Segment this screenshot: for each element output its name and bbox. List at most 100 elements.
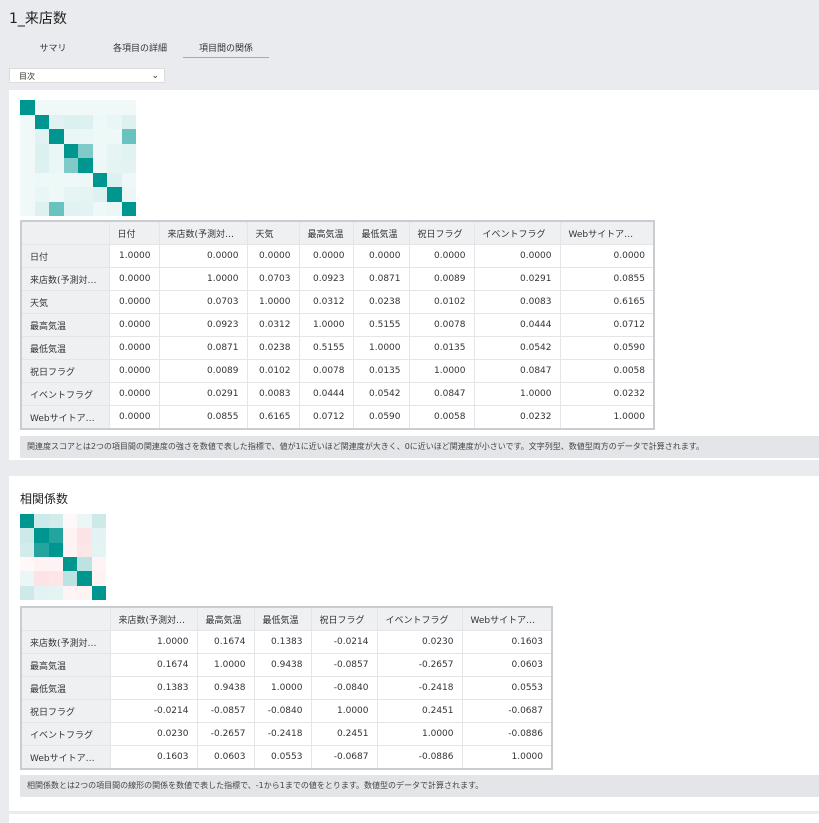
table-cell: 0.0089 <box>158 359 248 383</box>
table-row: 日付 1.0000 0.0000 0.0000 0.0000 0.0000 0.0000 0.… <box>20 244 655 268</box>
heatmap-cell <box>121 172 136 187</box>
tab-item-details[interactable]: 各項目の詳細 <box>106 41 174 57</box>
column-header: Webサイトア… <box>461 606 553 631</box>
table-cell: -0.0840 <box>253 699 312 723</box>
heatmap-cell <box>121 129 136 144</box>
table-cell: 0.0078 <box>408 313 475 337</box>
table-cell: 1.0000 <box>108 244 160 268</box>
column-header: 来店数(予測対… <box>109 606 198 631</box>
table-cell: 0.0553 <box>461 676 553 700</box>
heatmap-cell <box>48 528 63 543</box>
row-header: Webサイトア… <box>20 405 110 430</box>
heatmap-cell <box>92 201 107 216</box>
row-header: イベントフラグ <box>20 722 111 746</box>
table-cell: 0.5155 <box>298 336 354 360</box>
table-cell: 0.0871 <box>352 267 410 291</box>
heatmap-cell <box>121 114 136 129</box>
table-cell: 0.0923 <box>158 313 248 337</box>
table-cell: 0.0000 <box>559 244 655 268</box>
heatmap-cell <box>107 129 122 144</box>
heatmap-cell <box>92 100 107 115</box>
heatmap-cell <box>91 585 106 600</box>
row-header: 最低気温 <box>20 336 110 360</box>
chevron-down-icon: ⌄ <box>151 71 159 81</box>
table-cell: 0.1674 <box>196 630 255 654</box>
table-cell: -0.2418 <box>376 676 463 700</box>
heatmap-cell <box>20 201 35 216</box>
heatmap-cell <box>20 542 35 557</box>
heatmap-cell <box>63 158 78 173</box>
column-header: 最低気温 <box>352 220 410 245</box>
table-corner <box>20 220 110 245</box>
row-header: イベントフラグ <box>20 382 110 406</box>
heatmap-cell <box>121 143 136 158</box>
row-header: 最低気温 <box>20 676 111 700</box>
heatmap-cell <box>78 129 93 144</box>
heatmap-cell <box>107 172 122 187</box>
heatmap-cell <box>34 528 49 543</box>
table-cell: 0.0000 <box>108 382 160 406</box>
heatmap-cell <box>48 542 63 557</box>
table-cell: 0.0000 <box>108 290 160 314</box>
table-cell: 0.0291 <box>473 267 561 291</box>
table-cell: 0.0000 <box>108 359 160 383</box>
heatmap-cell <box>121 187 136 202</box>
tab-summary[interactable]: サマリ <box>26 41 80 57</box>
heatmap-cell <box>92 129 107 144</box>
table-cell: 0.0230 <box>109 722 198 746</box>
heatmap-cell <box>92 172 107 187</box>
table-cell: 1.0000 <box>408 359 475 383</box>
table-cell: 0.0000 <box>108 336 160 360</box>
next-panel <box>9 814 819 823</box>
table-cell: 0.0078 <box>298 359 354 383</box>
toc-dropdown-value: 目次 <box>19 72 35 81</box>
heatmap-cell <box>48 571 63 586</box>
table-cell: 0.0000 <box>158 244 248 268</box>
column-header: 最低気温 <box>253 606 312 631</box>
table-cell: 0.0312 <box>246 313 300 337</box>
heatmap-cell <box>78 187 93 202</box>
table-cell: 0.0000 <box>298 244 354 268</box>
correlation-heatmap <box>20 514 106 600</box>
table-cell: 1.0000 <box>352 336 410 360</box>
row-header: 祝日フラグ <box>20 359 110 383</box>
heatmap-cell <box>107 100 122 115</box>
table-cell: 0.0444 <box>298 382 354 406</box>
heatmap-cell <box>63 514 78 529</box>
table-cell: 0.0238 <box>352 290 410 314</box>
toc-dropdown[interactable]: 目次 ⌄ <box>9 68 165 83</box>
heatmap-cell <box>78 143 93 158</box>
heatmap-cell <box>63 100 78 115</box>
heatmap-cell <box>63 187 78 202</box>
tab-item-relationships[interactable]: 項目間の関係 <box>183 41 269 58</box>
table-cell: -0.0857 <box>196 699 255 723</box>
table-cell: 0.0135 <box>408 336 475 360</box>
column-header: 最高気温 <box>298 220 354 245</box>
column-header: イベントフラグ <box>376 606 463 631</box>
heatmap-cell <box>77 585 92 600</box>
table-cell: -0.0687 <box>310 745 378 770</box>
table-cell: 0.1383 <box>109 676 198 700</box>
table-cell: 0.0590 <box>559 336 655 360</box>
table-cell: 0.0291 <box>158 382 248 406</box>
heatmap-cell <box>77 571 92 586</box>
table-cell: 0.0238 <box>246 336 300 360</box>
table-cell: 0.0000 <box>108 405 160 430</box>
table-cell: 1.0000 <box>473 382 561 406</box>
heatmap-cell <box>92 158 107 173</box>
heatmap-cell <box>107 143 122 158</box>
heatmap-cell <box>20 143 35 158</box>
heatmap-cell <box>49 100 64 115</box>
column-header: イベントフラグ <box>473 220 561 245</box>
heatmap-cell <box>63 201 78 216</box>
correlation-title: 相関係数 <box>20 492 69 506</box>
heatmap-cell <box>78 114 93 129</box>
heatmap-cell <box>121 158 136 173</box>
table-cell: 0.0058 <box>408 405 475 430</box>
heatmap-cell <box>63 571 78 586</box>
table-row: Webサイトア… 0.1603 0.0603 0.0553 -0.0687 -0.0886… <box>20 745 553 770</box>
association-panel: 日付 来店数(予測対… 天気 最高気温 最低気温 祝日フラグ イベントフラグ Webサイトア…… <box>9 90 819 460</box>
heatmap-cell <box>49 143 64 158</box>
heatmap-cell <box>20 585 35 600</box>
heatmap-cell <box>34 514 49 529</box>
